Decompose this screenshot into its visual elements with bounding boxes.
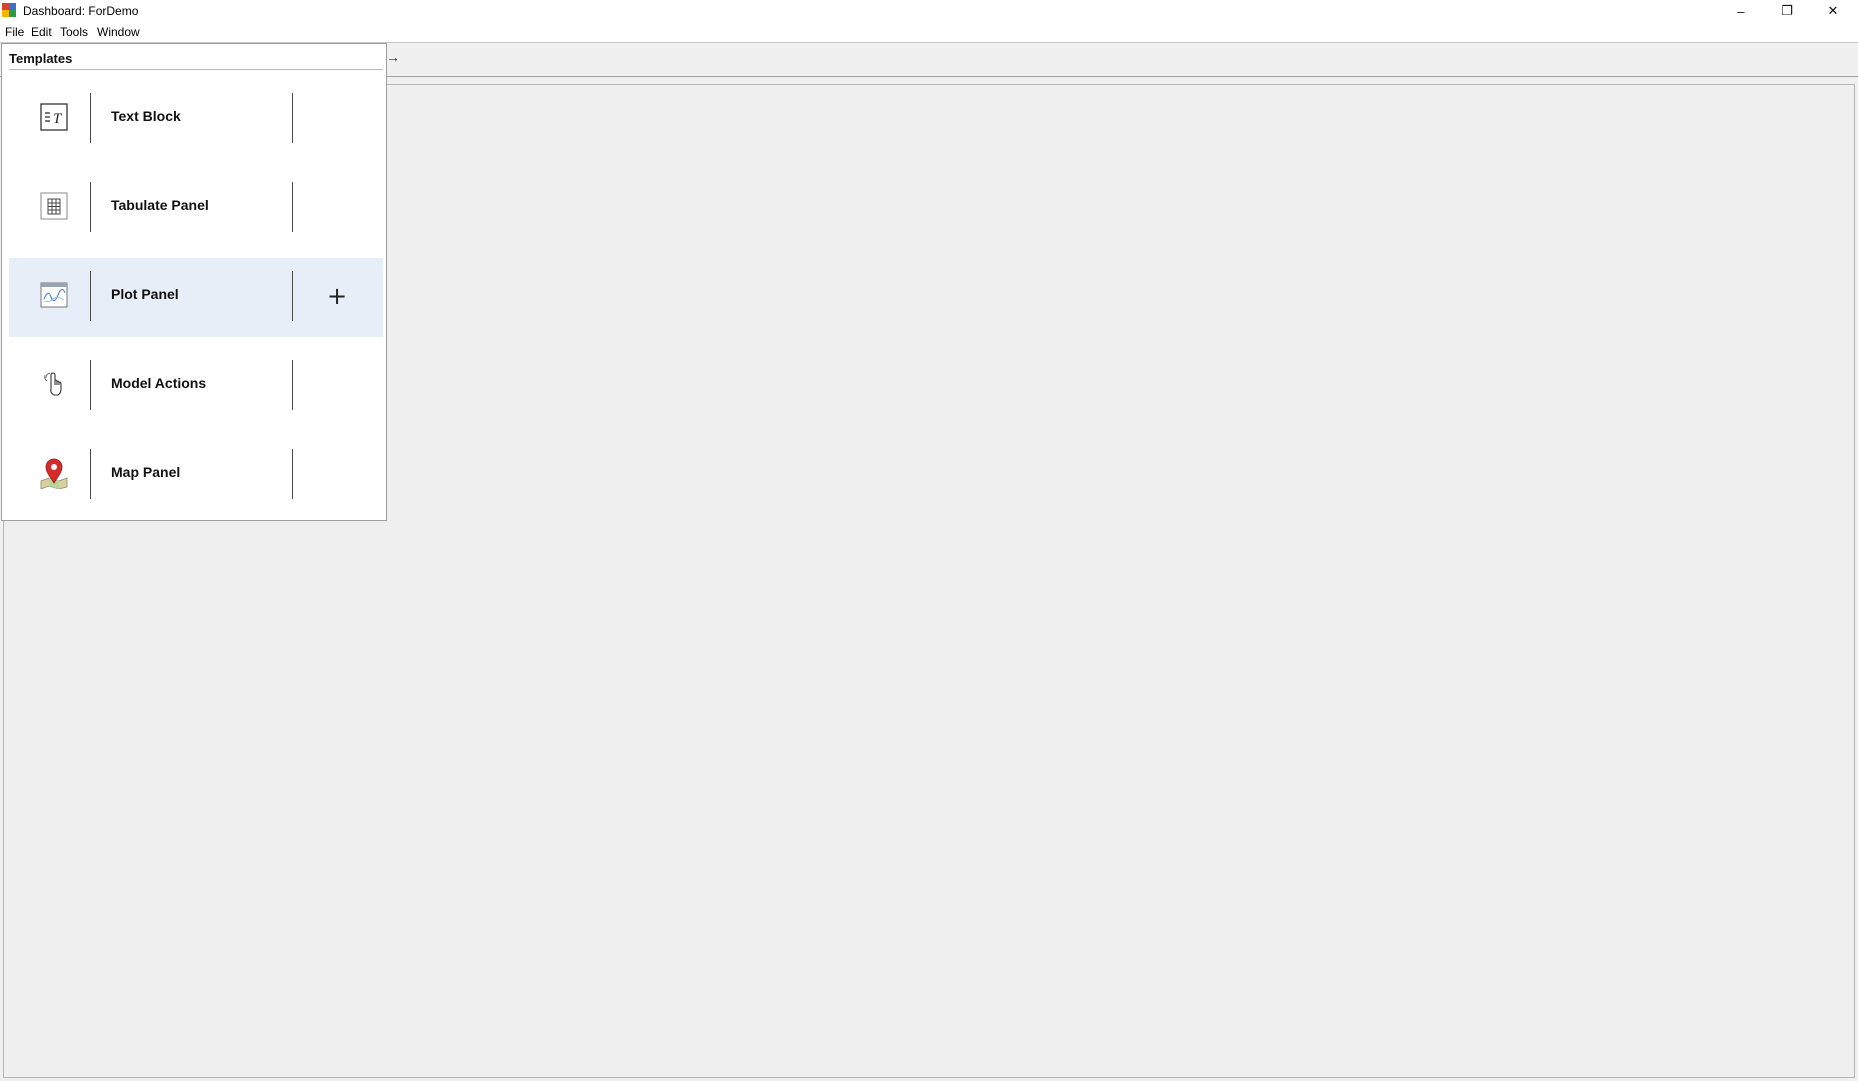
add-plot-panel-button[interactable]: + (327, 282, 347, 310)
table-icon (39, 191, 69, 221)
template-plot-panel[interactable]: Plot Panel + (9, 258, 383, 337)
template-label: Tabulate Panel (111, 197, 209, 213)
map-pin-icon (39, 458, 69, 489)
template-text-block[interactable]: T Text Block (9, 80, 383, 159)
item-separator (292, 449, 293, 499)
menu-tools[interactable]: Tools (60, 25, 88, 39)
window-title: Dashboard: ForDemo (23, 4, 139, 18)
menu-edit[interactable]: Edit (31, 25, 52, 39)
template-label: Map Panel (111, 464, 181, 480)
item-separator (292, 360, 293, 410)
menu-window[interactable]: Window (97, 25, 140, 39)
restore-button[interactable]: ❐ (1764, 0, 1810, 22)
hand-pointer-icon (39, 369, 69, 399)
templates-header: Templates (9, 51, 73, 66)
template-tabulate-panel[interactable]: Tabulate Panel (9, 169, 383, 248)
template-map-panel[interactable]: Map Panel (9, 436, 383, 515)
item-separator (90, 449, 91, 499)
menu-file[interactable]: File (5, 25, 24, 39)
menu-bar: File Edit Tools Window (0, 22, 1858, 42)
title-bar: Dashboard: ForDemo – ❐ ✕ (0, 0, 1858, 22)
close-button[interactable]: ✕ (1810, 0, 1856, 22)
toolbar-arrow-icon[interactable]: → (386, 49, 400, 65)
templates-panel: Templates T Text Block Tabulate Panel Pl… (1, 43, 387, 521)
item-separator (90, 182, 91, 232)
template-label: Plot Panel (111, 286, 179, 302)
item-separator (292, 93, 293, 143)
plot-icon (39, 280, 69, 310)
item-separator (90, 271, 91, 321)
item-separator (292, 182, 293, 232)
text-block-icon: T (39, 102, 69, 132)
item-separator (90, 93, 91, 143)
item-separator (90, 360, 91, 410)
template-model-actions[interactable]: Model Actions (9, 347, 383, 426)
minimize-button[interactable]: – (1718, 0, 1764, 22)
templates-divider (9, 69, 383, 70)
template-label: Text Block (111, 108, 181, 124)
app-logo-icon (2, 3, 16, 17)
item-separator (292, 271, 293, 321)
template-label: Model Actions (111, 375, 207, 391)
